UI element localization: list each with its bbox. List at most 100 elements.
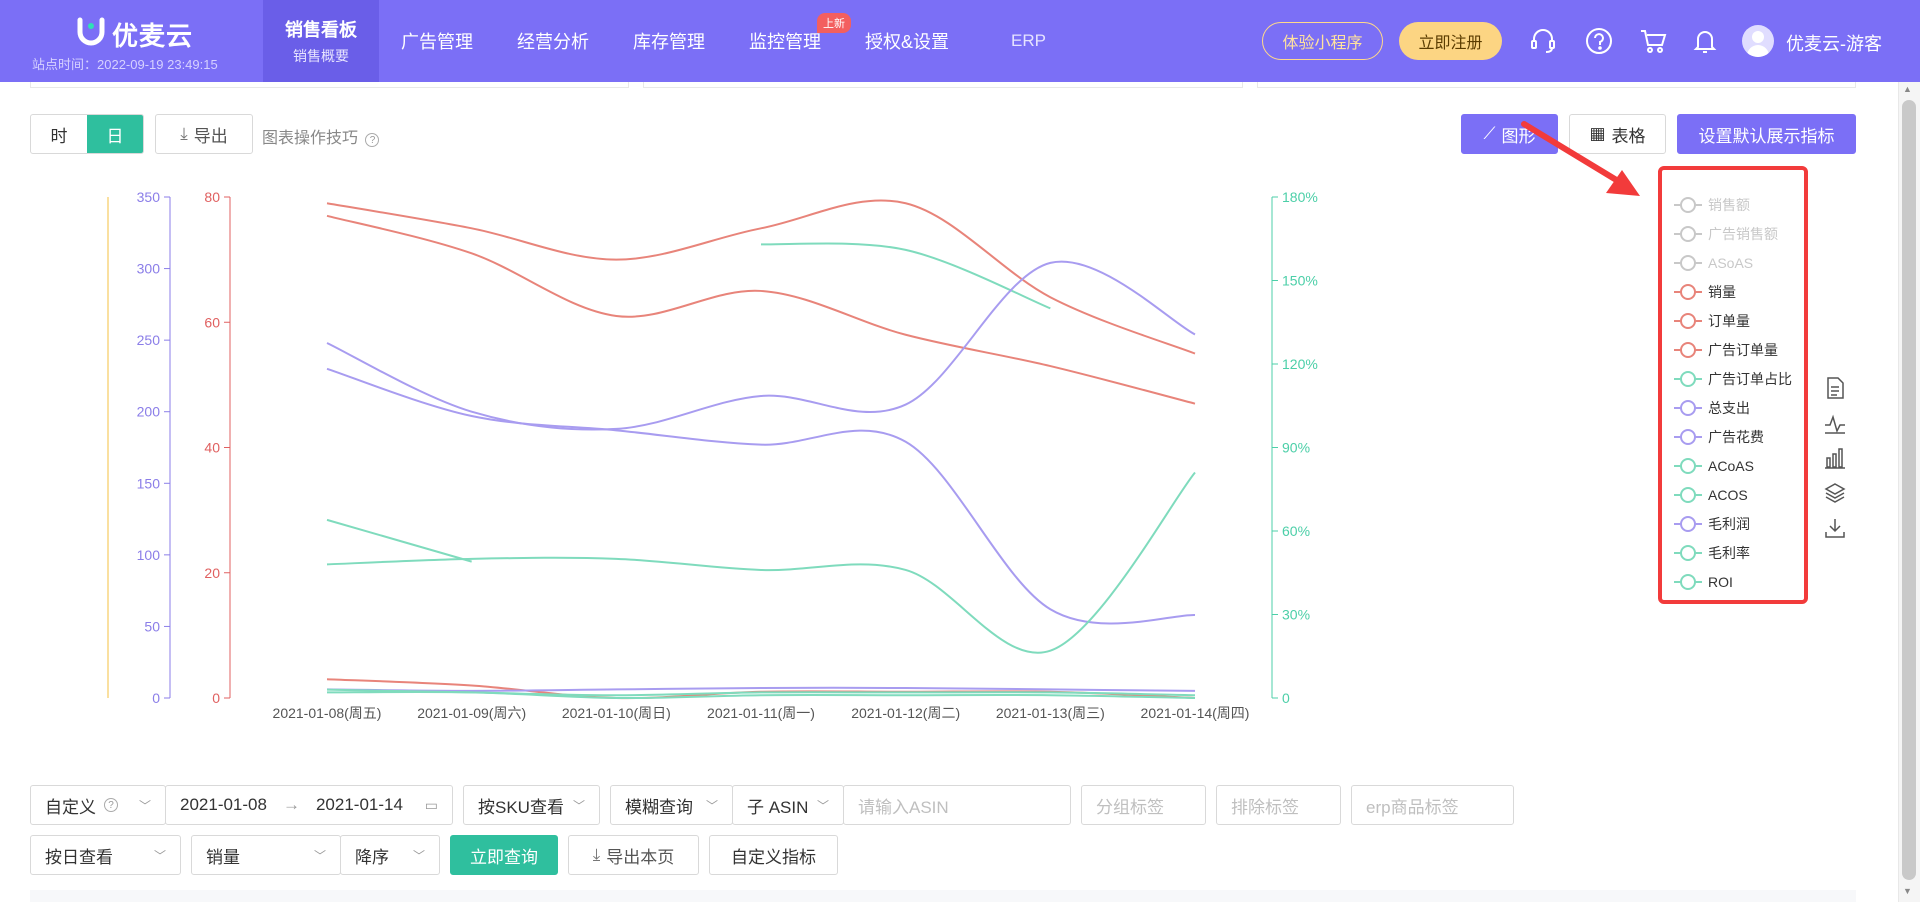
legend-item[interactable]: 广告花费 [1662, 422, 1804, 451]
series-line[interactable] [326, 471, 1196, 654]
cart-icon[interactable] [1638, 26, 1668, 56]
y-tick-label: 80 [204, 189, 220, 205]
service-icon[interactable] [1528, 26, 1558, 56]
nav-inventory[interactable]: 库存管理 [611, 0, 727, 82]
nav-auth-settings[interactable]: 授权&设置 [843, 0, 971, 82]
logo-icon [77, 17, 105, 46]
question-icon: ? [104, 798, 118, 812]
legend-marker-icon [1674, 515, 1702, 532]
legend-marker-icon [1674, 573, 1702, 590]
data-view-icon[interactable] [1824, 376, 1850, 411]
date-mode-select[interactable]: 自定义 ? ﹀ [30, 785, 166, 825]
end-date: 2021-01-14 [315, 795, 403, 814]
legend-item[interactable]: ACOS [1662, 480, 1804, 509]
legend-label: 销量 [1708, 283, 1736, 300]
main-nav: 销售看板 销售概要 广告管理 经营分析 库存管理 监控管理 上新 授权&设置 E… [263, 0, 1086, 82]
download-icon[interactable] [1824, 516, 1850, 551]
nav-ad-management[interactable]: 广告管理 [379, 0, 495, 82]
nav-sales-dashboard[interactable]: 销售看板 销售概要 [263, 0, 379, 82]
legend-item[interactable]: ACoAS [1662, 451, 1804, 480]
scroll-down-arrow[interactable]: ▼ [1903, 886, 1912, 896]
date-range-picker[interactable]: 2021-01-08 → 2021-01-14 ▭ [165, 785, 453, 825]
nav-erp[interactable]: ERP [971, 0, 1086, 82]
sort-order-value: 降序 [355, 847, 389, 867]
export-button[interactable]: ⤓ 导出 [155, 114, 253, 154]
help-icon[interactable] [1584, 26, 1614, 56]
y-tick-label: 200 [137, 404, 161, 420]
erp-tag-select[interactable]: erp商品标签 [1351, 785, 1514, 825]
fuzzy-query-value: 模糊查询 [625, 797, 693, 817]
top-navbar: 优麦云 站点时间：2022-09-19 23:49:15 销售看板 销售概要 广… [0, 0, 1920, 82]
date-mode-value: 自定义 [45, 797, 96, 817]
nav-business-analysis[interactable]: 经营分析 [495, 0, 611, 82]
series-line[interactable] [326, 214, 1196, 405]
hour-button[interactable]: 时 [31, 115, 87, 153]
time-granularity-toggle: 时 日 [30, 114, 144, 154]
fuzzy-query-select[interactable]: 模糊查询 ﹀ [610, 785, 733, 825]
nav-label: 授权&设置 [865, 32, 950, 52]
scrollbar-thumb[interactable] [1902, 100, 1916, 880]
export-label: 导出 [193, 126, 228, 146]
set-default-metrics-button[interactable]: 设置默认展示指标 [1677, 114, 1856, 154]
legend-item[interactable]: 毛利率 [1662, 538, 1804, 567]
series-line[interactable] [326, 518, 472, 563]
legend-marker-icon [1674, 312, 1702, 329]
scroll-up-arrow[interactable]: ▲ [1903, 84, 1912, 94]
legend-marker-icon [1674, 428, 1702, 445]
chevron-down-icon: ﹀ [572, 798, 585, 813]
legend-item[interactable]: 订单量 [1662, 306, 1804, 335]
legend-item[interactable]: 广告销售额 [1662, 219, 1804, 248]
granularity-select[interactable]: 按日查看 ﹀ [30, 835, 181, 875]
asin-type-select[interactable]: 子 ASIN ﹀ [732, 785, 844, 825]
legend-marker-icon [1674, 486, 1702, 503]
export-page-button[interactable]: ⤓ 导出本页 [568, 835, 699, 875]
sort-field-value: 销量 [206, 847, 240, 867]
sort-field-select[interactable]: 销量 ﹀ [191, 835, 341, 875]
sort-order-select[interactable]: 降序 ﹀ [340, 835, 440, 875]
day-button[interactable]: 日 [87, 115, 143, 153]
legend-item[interactable]: 广告订单量 [1662, 335, 1804, 364]
series-line[interactable] [326, 686, 1196, 692]
user-name[interactable]: 优麦云-游客 [1786, 30, 1882, 56]
bar-chart-icon[interactable] [1824, 446, 1850, 481]
y-tick-label: 100 [137, 547, 161, 563]
y-tick-label: 150% [1282, 273, 1318, 289]
chart-tips[interactable]: 图表操作技巧 ? [262, 124, 380, 148]
legend-marker-icon [1674, 341, 1702, 358]
line-chart[interactable]: 0 50 100 150 200 250 300 350 0 20 40 60 80 0 30% 60% 90%… [100, 170, 1660, 740]
mini-program-button[interactable]: 体验小程序 [1262, 22, 1383, 60]
x-tick-label: 2021-01-12(周二) [851, 705, 960, 721]
y-tick-label: 0 [152, 690, 160, 706]
custom-metrics-button[interactable]: 自定义指标 [709, 835, 838, 875]
legend-label: 广告销售额 [1708, 225, 1778, 242]
legend-item[interactable]: 总支出 [1662, 393, 1804, 422]
legend-item[interactable]: 广告订单占比 [1662, 364, 1804, 393]
avatar[interactable] [1742, 25, 1774, 57]
legend-item[interactable]: 销售额 [1662, 190, 1804, 219]
question-icon: ? [365, 133, 380, 147]
line-chart-icon[interactable] [1824, 411, 1850, 446]
legend-item[interactable]: 销量 [1662, 277, 1804, 306]
chart-tips-label: 图表操作技巧 [262, 130, 359, 147]
legend-item[interactable]: ASoAS [1662, 248, 1804, 277]
query-button[interactable]: 立即查询 [450, 835, 558, 875]
series-line[interactable] [326, 260, 1196, 431]
bell-icon[interactable] [1690, 26, 1720, 56]
legend-item[interactable]: 毛利润 [1662, 509, 1804, 538]
group-tag-select[interactable]: 分组标签 [1081, 785, 1206, 825]
exclude-tag-select[interactable]: 排除标签 [1216, 785, 1341, 825]
series-line[interactable] [326, 199, 1196, 355]
legend-label: ASoAS [1708, 254, 1754, 271]
asin-type-value: 子 ASIN [747, 797, 809, 817]
logo[interactable]: 优麦云 站点时间：2022-09-19 23:49:15 [32, 10, 252, 74]
asin-input[interactable]: 请输入ASIN [843, 785, 1071, 825]
nav-monitoring[interactable]: 监控管理 上新 [727, 0, 851, 82]
site-time: 站点时间：2022-09-19 23:49:15 [32, 57, 218, 72]
legend-item[interactable]: ROI [1662, 567, 1804, 596]
view-by-select[interactable]: 按SKU查看 ﹀ [463, 785, 600, 825]
chart-side-tools [1824, 376, 1850, 551]
register-button[interactable]: 立即注册 [1399, 22, 1502, 60]
stack-icon[interactable] [1824, 481, 1850, 516]
nav-label: 销售看板 [285, 20, 357, 40]
x-tick-label: 2021-01-14(周四) [1141, 705, 1250, 721]
